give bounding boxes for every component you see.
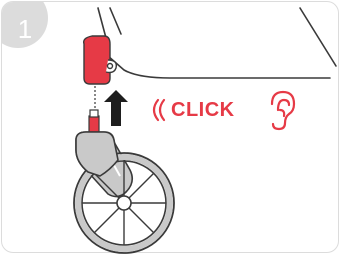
stroller-wheel-illustration: [73, 7, 337, 254]
up-arrow-icon: [104, 90, 128, 126]
sound-waves-icon: [152, 98, 166, 122]
ear-icon: [270, 90, 296, 131]
click-callout-text: CLICK: [171, 99, 235, 121]
stroller-frame: [97, 7, 337, 79]
wheel-socket: [82, 35, 118, 85]
